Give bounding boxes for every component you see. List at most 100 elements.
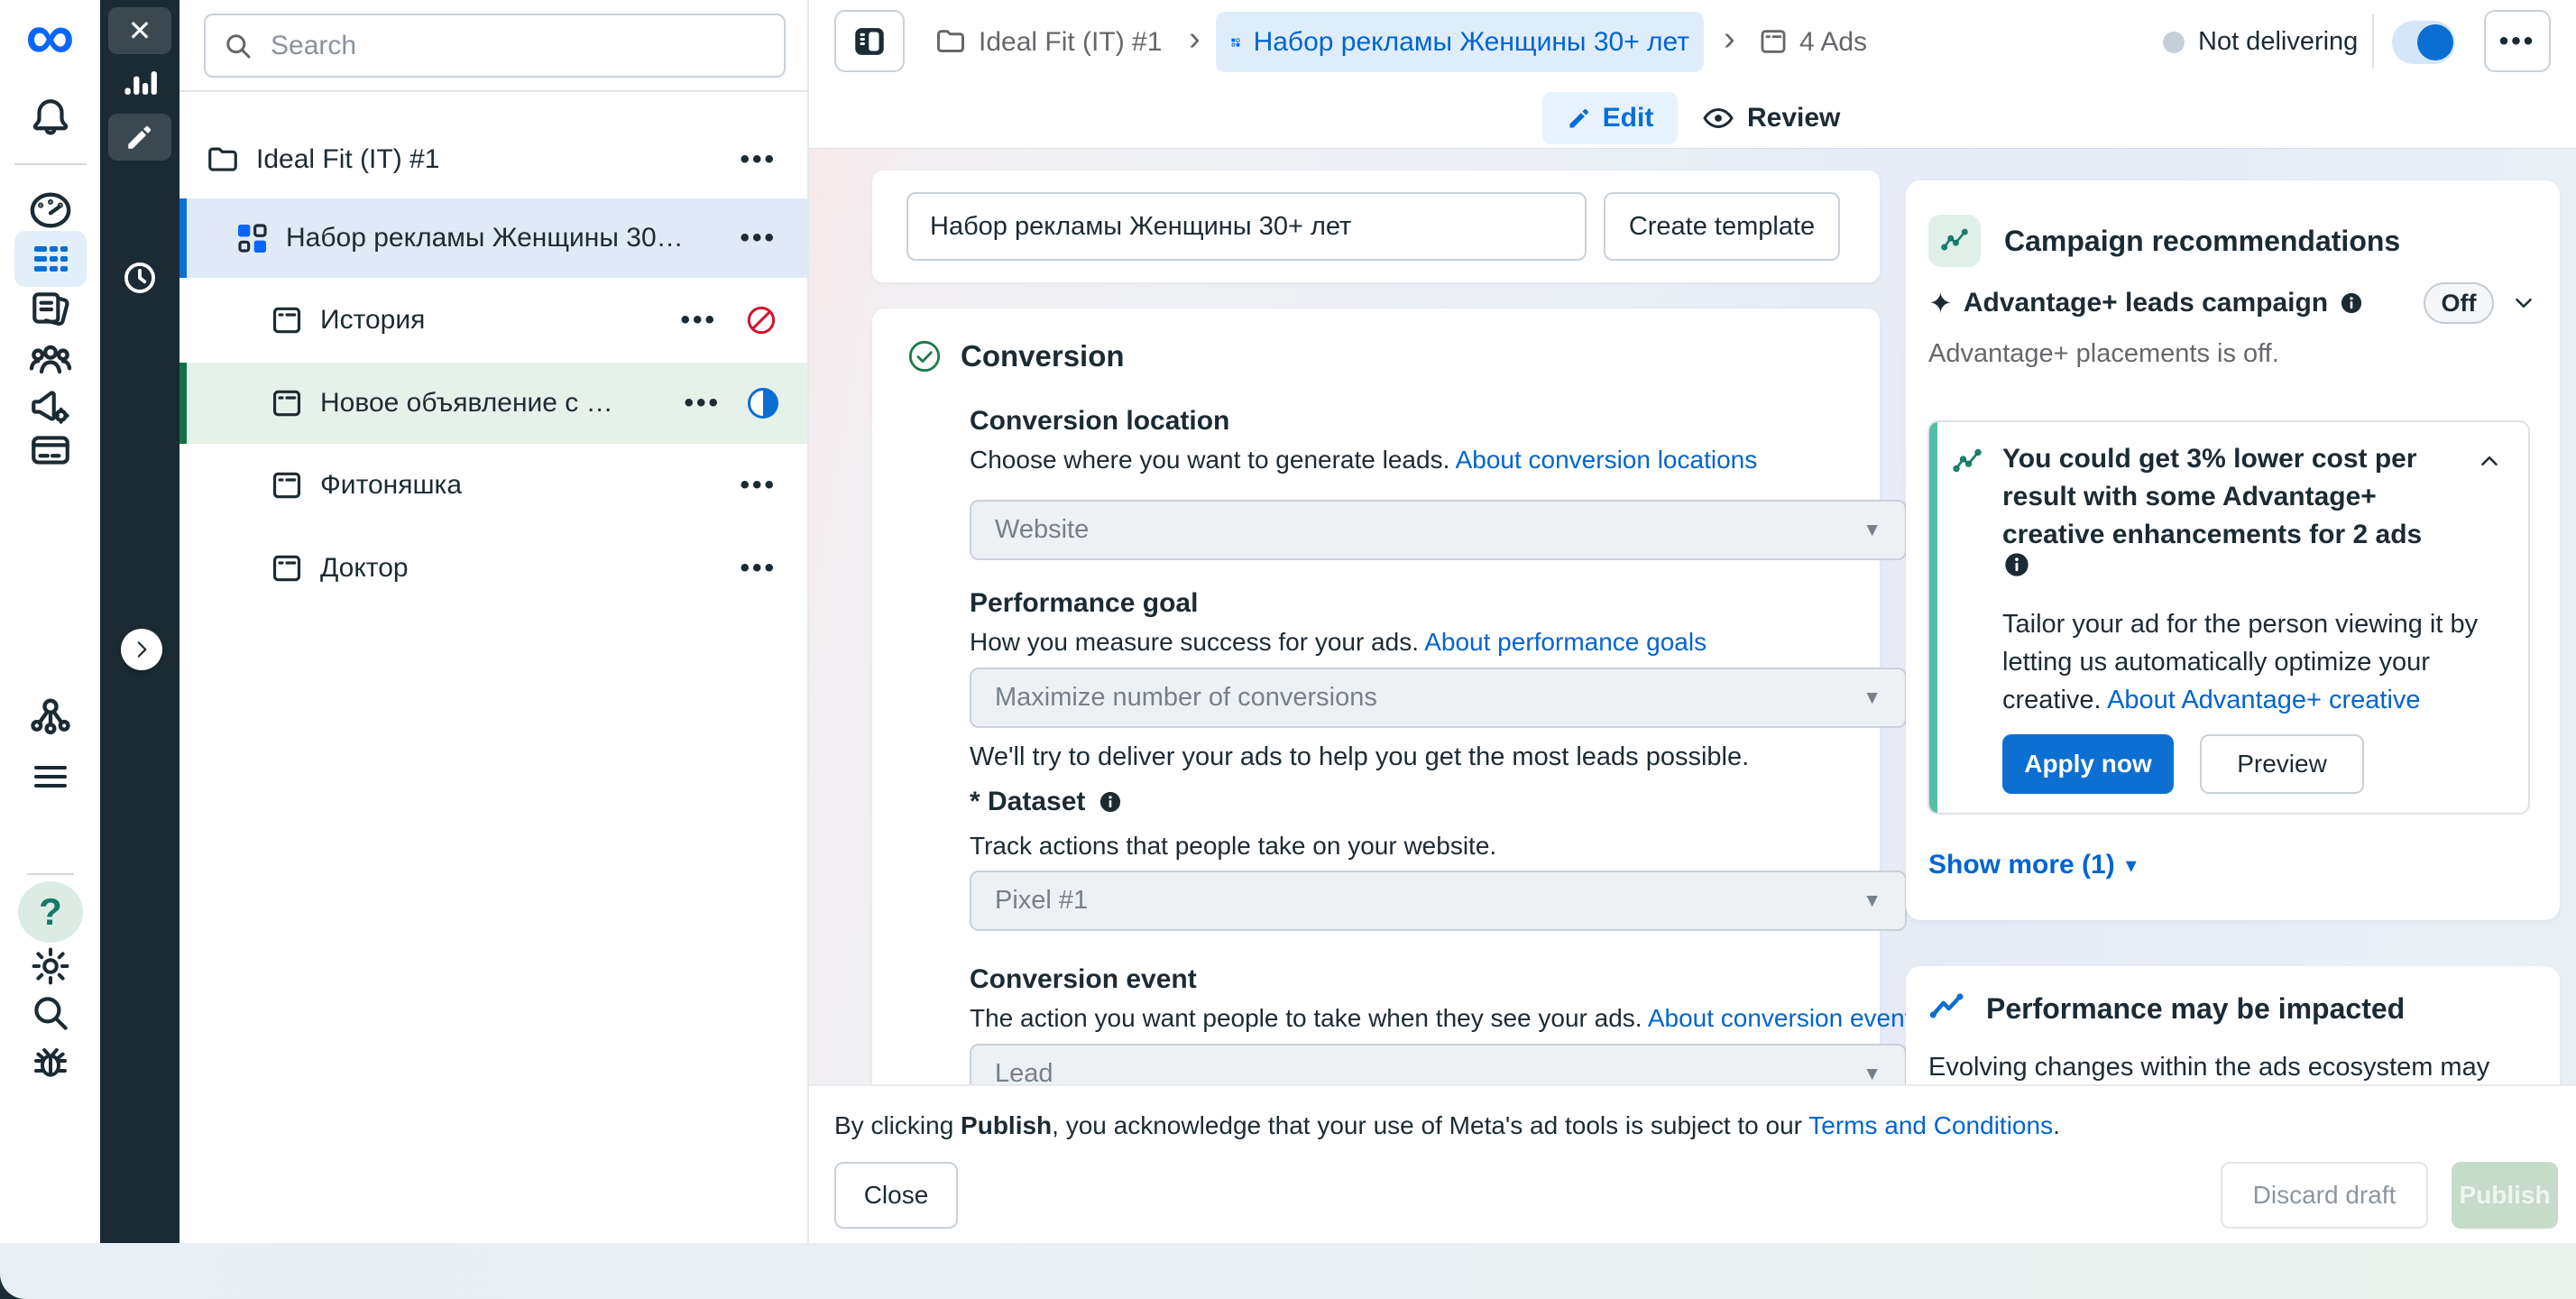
tree-row-ad-doktor[interactable]: Доктор ••• bbox=[179, 527, 807, 610]
info-icon[interactable] bbox=[1098, 789, 1123, 815]
dropdown-value: Website bbox=[995, 515, 1089, 545]
row-menu-dots[interactable]: ••• bbox=[680, 305, 717, 336]
recommendation-body: Tailor your ad for the person viewing it… bbox=[2002, 605, 2480, 719]
ad-page-icon bbox=[1758, 26, 1789, 57]
conversion-section-card: Conversion Conversion location Choose wh… bbox=[872, 309, 1880, 1119]
discard-draft-button[interactable]: Discard draft bbox=[2221, 1162, 2428, 1229]
dashboard-speedometer-icon[interactable] bbox=[7, 182, 93, 238]
campaigns-table-active-tile[interactable] bbox=[14, 231, 87, 287]
goal-note: We'll try to deliver your ads to help yo… bbox=[970, 742, 1749, 772]
in-progress-status-icon bbox=[748, 388, 778, 419]
rejected-status-icon bbox=[744, 303, 778, 337]
tab-review[interactable]: Review bbox=[1702, 92, 1840, 144]
history-clock-icon[interactable] bbox=[108, 254, 171, 301]
expand-sidebar-chevron-button[interactable] bbox=[121, 629, 162, 670]
adset-on-off-toggle[interactable] bbox=[2392, 21, 2455, 64]
delivery-status-dot bbox=[2163, 32, 2185, 53]
apply-now-button[interactable]: Apply now bbox=[2002, 734, 2174, 794]
performance-goal-dropdown[interactable]: Maximize number of conversions ▼ bbox=[970, 668, 1907, 728]
adset-grid-icon bbox=[234, 220, 270, 256]
note-text: By clicking bbox=[834, 1111, 961, 1139]
ad-page-icon bbox=[270, 551, 304, 585]
advantage-status-pill: Off bbox=[2424, 282, 2494, 324]
about-performance-goals-link[interactable]: About performance goals bbox=[1424, 628, 1707, 656]
tree-label: Ideal Fit (IT) #1 bbox=[256, 144, 680, 175]
tree-search-box[interactable] bbox=[204, 14, 786, 78]
tree-row-ad-fitonyashka[interactable]: Фитоняшка ••• bbox=[179, 444, 807, 527]
adset-name-input[interactable] bbox=[906, 192, 1587, 261]
advantage-leads-label: Advantage+ leads campaign bbox=[1964, 288, 2328, 318]
performance-bars-icon[interactable] bbox=[108, 60, 171, 106]
advantage-leads-row: ✦ Advantage+ leads campaign Off bbox=[1928, 282, 2537, 324]
caret-down-icon: ▾ bbox=[2126, 852, 2137, 879]
tree-row-adset-selected[interactable]: Набор рекламы Женщины 30+ лет ••• bbox=[179, 198, 807, 278]
search-input[interactable] bbox=[269, 30, 768, 62]
menu-hamburger-icon[interactable] bbox=[7, 749, 93, 805]
chevron-right-icon: › bbox=[1189, 22, 1201, 56]
close-editor-button[interactable]: ✕ bbox=[108, 7, 171, 54]
caret-down-icon: ▼ bbox=[1863, 890, 1881, 912]
breadcrumb-adset-chip[interactable]: Набор рекламы Женщины 30+ лет bbox=[1216, 12, 1704, 72]
adset-name-card: Create template bbox=[872, 170, 1880, 282]
recommendations-title: Campaign recommendations bbox=[2004, 225, 2400, 258]
delivery-status-text: Not delivering bbox=[2198, 27, 2358, 57]
tree-label: Новое объявление с цель... bbox=[320, 388, 618, 419]
publish-footer: By clicking Publish, you acknowledge tha… bbox=[809, 1084, 2576, 1243]
publish-button[interactable]: Publish bbox=[2452, 1162, 2558, 1229]
conversion-location-help: Choose where you want to generate leads.… bbox=[970, 446, 1757, 474]
ad-page-icon bbox=[270, 303, 304, 337]
breadcrumb-campaign[interactable]: Ideal Fit (IT) #1 bbox=[979, 27, 1162, 58]
ad-page-icon bbox=[270, 468, 304, 502]
toggle-tree-panel-button[interactable] bbox=[834, 10, 905, 72]
chevron-down-icon[interactable] bbox=[2510, 290, 2537, 317]
row-menu-dots[interactable]: ••• bbox=[684, 388, 721, 419]
row-menu-dots[interactable]: ••• bbox=[740, 223, 777, 253]
about-conversion-locations-link[interactable]: About conversion locations bbox=[1456, 446, 1758, 474]
tab-review-label: Review bbox=[1747, 103, 1840, 134]
create-template-button[interactable]: Create template bbox=[1604, 192, 1840, 261]
performance-title: Performance may be impacted bbox=[1986, 992, 2405, 1026]
org-chart-icon[interactable] bbox=[7, 688, 93, 744]
info-icon[interactable] bbox=[2339, 290, 2364, 316]
pages-news-icon[interactable] bbox=[7, 281, 93, 337]
help-icon[interactable]: ? bbox=[18, 881, 83, 943]
teal-accent-bar bbox=[1929, 422, 1937, 813]
breadcrumb-ads[interactable]: 4 Ads bbox=[1799, 27, 1867, 58]
conversion-location-label: Conversion location bbox=[970, 406, 1229, 437]
tab-edit[interactable]: Edit bbox=[1542, 92, 1678, 144]
conversion-location-dropdown[interactable]: Website ▼ bbox=[970, 500, 1907, 560]
folder-icon bbox=[206, 143, 240, 177]
selected-indicator-bar-green bbox=[179, 363, 187, 444]
tree-row-campaign[interactable]: Ideal Fit (IT) #1 ••• bbox=[179, 119, 807, 200]
publish-acknowledgement: By clicking Publish, you acknowledge tha… bbox=[834, 1111, 2060, 1140]
edit-pencil-active-button[interactable] bbox=[108, 114, 171, 161]
tree-label: Доктор bbox=[320, 553, 681, 584]
row-menu-dots[interactable]: ••• bbox=[740, 470, 777, 501]
dataset-dropdown[interactable]: Pixel #1 ▼ bbox=[970, 871, 1907, 931]
show-more-link[interactable]: Show more (1) ▾ bbox=[1928, 850, 2137, 880]
tree-row-ad-novoe-selected[interactable]: Новое объявление с цель... ••• bbox=[179, 363, 807, 444]
pencil-icon bbox=[1567, 106, 1592, 131]
meta-logo-icon[interactable]: ∞ bbox=[7, 9, 93, 65]
conversion-heading-row: Conversion bbox=[906, 336, 1125, 377]
row-menu-dots[interactable]: ••• bbox=[740, 553, 777, 584]
info-icon[interactable] bbox=[2002, 550, 2031, 579]
about-advantage-creative-link[interactable]: About Advantage+ creative bbox=[2107, 686, 2420, 714]
header-menu-dots-button[interactable]: ••• bbox=[2484, 10, 2551, 72]
show-more-text: Show more (1) bbox=[1928, 850, 2115, 880]
note-text: . bbox=[2053, 1111, 2060, 1139]
bug-report-icon[interactable] bbox=[7, 1034, 93, 1090]
tree-row-ad-istoriya[interactable]: История ••• bbox=[179, 278, 807, 363]
edit-mode-sidebar: ✕ bbox=[100, 0, 179, 1243]
advantage-note: Advantage+ placements is off. bbox=[1928, 339, 2279, 369]
terms-and-conditions-link[interactable]: Terms and Conditions bbox=[1808, 1111, 2053, 1139]
search-icon[interactable] bbox=[7, 985, 93, 1041]
conversion-event-help: The action you want people to take when … bbox=[970, 1004, 1924, 1033]
billing-card-icon[interactable] bbox=[7, 422, 93, 478]
close-button[interactable]: Close bbox=[834, 1162, 958, 1229]
chevron-up-icon[interactable] bbox=[2476, 447, 2503, 474]
row-menu-dots[interactable]: ••• bbox=[740, 144, 777, 175]
about-conversion-events-link[interactable]: About conversion events bbox=[1648, 1004, 1925, 1032]
notifications-bell-icon[interactable] bbox=[7, 90, 93, 146]
preview-button[interactable]: Preview bbox=[2200, 734, 2364, 794]
